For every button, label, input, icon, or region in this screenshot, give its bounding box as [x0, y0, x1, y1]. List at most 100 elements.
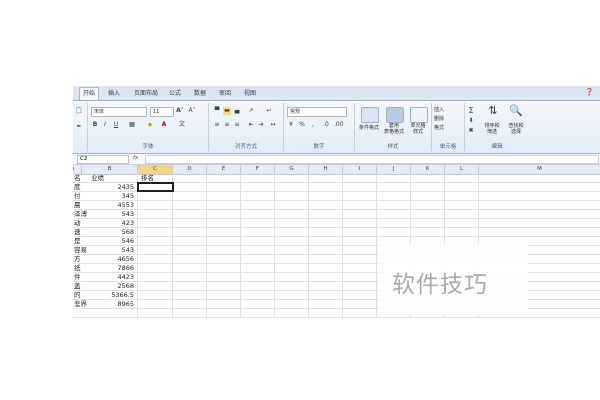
table-row-score[interactable]: 4656 — [82, 255, 134, 264]
table-row-name[interactable]: 晨 — [74, 201, 81, 210]
decrease-indent-icon[interactable]: ⇤ — [247, 121, 255, 129]
column-header-l[interactable]: L — [445, 165, 479, 175]
name-box[interactable]: C2 — [77, 155, 129, 164]
table-row-name[interactable]: 是 — [74, 237, 81, 246]
column-header-k[interactable]: K — [411, 165, 445, 175]
number-group-label: 数字 — [313, 144, 325, 150]
font-color-icon[interactable]: A — [160, 121, 168, 129]
table-row-score[interactable]: 543 — [82, 246, 134, 255]
format-painter-icon[interactable]: ✒ — [75, 123, 83, 131]
table-row-score[interactable]: 423 — [82, 219, 134, 228]
column-header-e[interactable]: E — [207, 165, 241, 175]
find-select-icon[interactable]: 🔍 — [509, 105, 523, 119]
grid-line — [206, 174, 207, 318]
grid-line — [308, 174, 309, 318]
tab-view[interactable]: 视图 — [241, 88, 259, 99]
table-row-score[interactable]: 345 — [82, 192, 134, 201]
percent-icon[interactable]: % — [298, 121, 306, 129]
column-header-d[interactable]: D — [173, 165, 207, 175]
table-row-score[interactable]: 7866 — [82, 264, 134, 273]
italic-icon[interactable]: I — [101, 121, 109, 129]
help-icon[interactable]: ❓ — [585, 88, 594, 96]
table-row-score[interactable]: 543 — [82, 210, 134, 219]
number-format-combo[interactable]: 常规 — [287, 107, 347, 117]
phonetic-icon[interactable]: 文 — [178, 121, 186, 129]
tab-data[interactable]: 数据 — [191, 88, 209, 99]
formula-input[interactable] — [145, 155, 599, 164]
table-row-name[interactable]: 动 — [74, 219, 81, 228]
format-as-table-icon[interactable] — [386, 107, 404, 123]
cell-styles-icon[interactable] — [410, 107, 428, 123]
conditional-format-icon[interactable] — [361, 107, 379, 123]
table-row-name[interactable]: 付 — [74, 192, 81, 201]
paste-icon[interactable]: 📋 — [75, 107, 83, 115]
bold-icon[interactable]: B — [91, 121, 99, 129]
shrink-font-icon[interactable]: A˅ — [188, 107, 196, 115]
font-size-combo[interactable]: 11 — [150, 107, 174, 117]
decrease-decimal-icon[interactable]: .00 — [334, 121, 344, 129]
align-right-icon[interactable]: ≡ — [233, 121, 241, 129]
grid-line — [73, 227, 600, 228]
table-row-name[interactable]: 速 — [74, 228, 81, 237]
sort-filter-icon[interactable]: ⇅ — [487, 105, 499, 119]
tab-page-layout[interactable]: 页面布局 — [131, 88, 161, 99]
column-header-j[interactable]: J — [377, 165, 411, 175]
grow-font-icon[interactable]: A˄ — [176, 107, 184, 115]
column-header-f[interactable]: F — [241, 165, 275, 175]
wrap-text-icon[interactable]: ↵ — [265, 107, 273, 115]
column-header-g[interactable]: G — [275, 165, 309, 175]
delete-cells-button[interactable]: 删除 — [434, 116, 462, 122]
table-row-name[interactable]: 方 — [74, 255, 81, 264]
table-row-score[interactable]: 5366.5 — [82, 291, 134, 300]
format-cells-button[interactable]: 格式 — [434, 125, 462, 131]
merge-center-icon[interactable]: ↔ — [269, 121, 277, 129]
tab-formulas[interactable]: 公式 — [166, 88, 184, 99]
table-row-score[interactable]: 568 — [82, 228, 134, 237]
cell-a1[interactable]: 名 — [74, 174, 81, 183]
fill-icon[interactable]: ⬇ — [467, 117, 475, 125]
grid-line — [73, 317, 600, 318]
align-center-icon[interactable]: ≡ — [223, 121, 231, 129]
cell-b1[interactable]: 业绩 — [91, 174, 104, 183]
table-row-score[interactable]: 2568 — [82, 282, 134, 291]
insert-cells-button[interactable]: 插入 — [434, 107, 462, 113]
table-row-score[interactable]: 546 — [82, 237, 134, 246]
table-row-score[interactable]: 4553 — [82, 201, 134, 210]
autosum-icon[interactable]: Σ — [467, 107, 475, 115]
align-bottom-icon[interactable]: ▄ — [233, 107, 241, 115]
font-group-label: 字体 — [142, 144, 154, 150]
column-header-m[interactable]: M — [479, 165, 600, 175]
table-row-name[interactable]: 件 — [74, 273, 81, 282]
column-header-h[interactable]: H — [309, 165, 343, 175]
selected-cell-c2[interactable] — [137, 182, 174, 192]
increase-decimal-icon[interactable]: .0 — [322, 121, 330, 129]
orientation-icon[interactable]: ↗ — [247, 107, 255, 115]
tab-review[interactable]: 审阅 — [216, 88, 234, 99]
column-header-i[interactable]: I — [343, 165, 377, 175]
table-row-score[interactable]: 8965 — [82, 300, 134, 309]
fx-icon[interactable]: fx — [133, 155, 138, 161]
align-left-icon[interactable]: ≡ — [213, 121, 221, 129]
increase-indent-icon[interactable]: ⇥ — [257, 121, 265, 129]
grid-line — [137, 174, 138, 318]
align-middle-icon[interactable]: ▬ — [223, 107, 231, 115]
styles-group-label: 样式 — [387, 144, 399, 150]
fill-color-icon[interactable]: ◆ — [146, 121, 154, 129]
table-row-score[interactable]: 2435 — [82, 183, 134, 192]
clear-icon[interactable]: ✖ — [467, 127, 475, 135]
format-as-table-label: 套用 表格格式 — [383, 123, 404, 135]
currency-icon[interactable]: ¥ — [287, 121, 295, 129]
table-row-score[interactable]: 4423 — [82, 273, 134, 282]
comma-style-icon[interactable]: , — [309, 121, 317, 129]
align-top-icon[interactable]: ▀ — [213, 107, 221, 115]
underline-icon[interactable]: U — [112, 121, 120, 129]
border-icon[interactable]: ▦ — [128, 121, 136, 129]
table-row-name[interactable]: 的 — [74, 291, 81, 300]
tab-insert[interactable]: 插入 — [105, 88, 123, 99]
find-select-label: 查找和 选择 — [508, 123, 524, 135]
tab-home[interactable]: 开始 — [79, 87, 100, 100]
table-row-name[interactable]: 纸 — [74, 264, 81, 273]
table-row-name[interactable]: 度 — [74, 183, 81, 192]
font-name-combo[interactable]: 宋体 — [91, 107, 147, 117]
table-row-name[interactable]: 盖 — [74, 282, 81, 291]
